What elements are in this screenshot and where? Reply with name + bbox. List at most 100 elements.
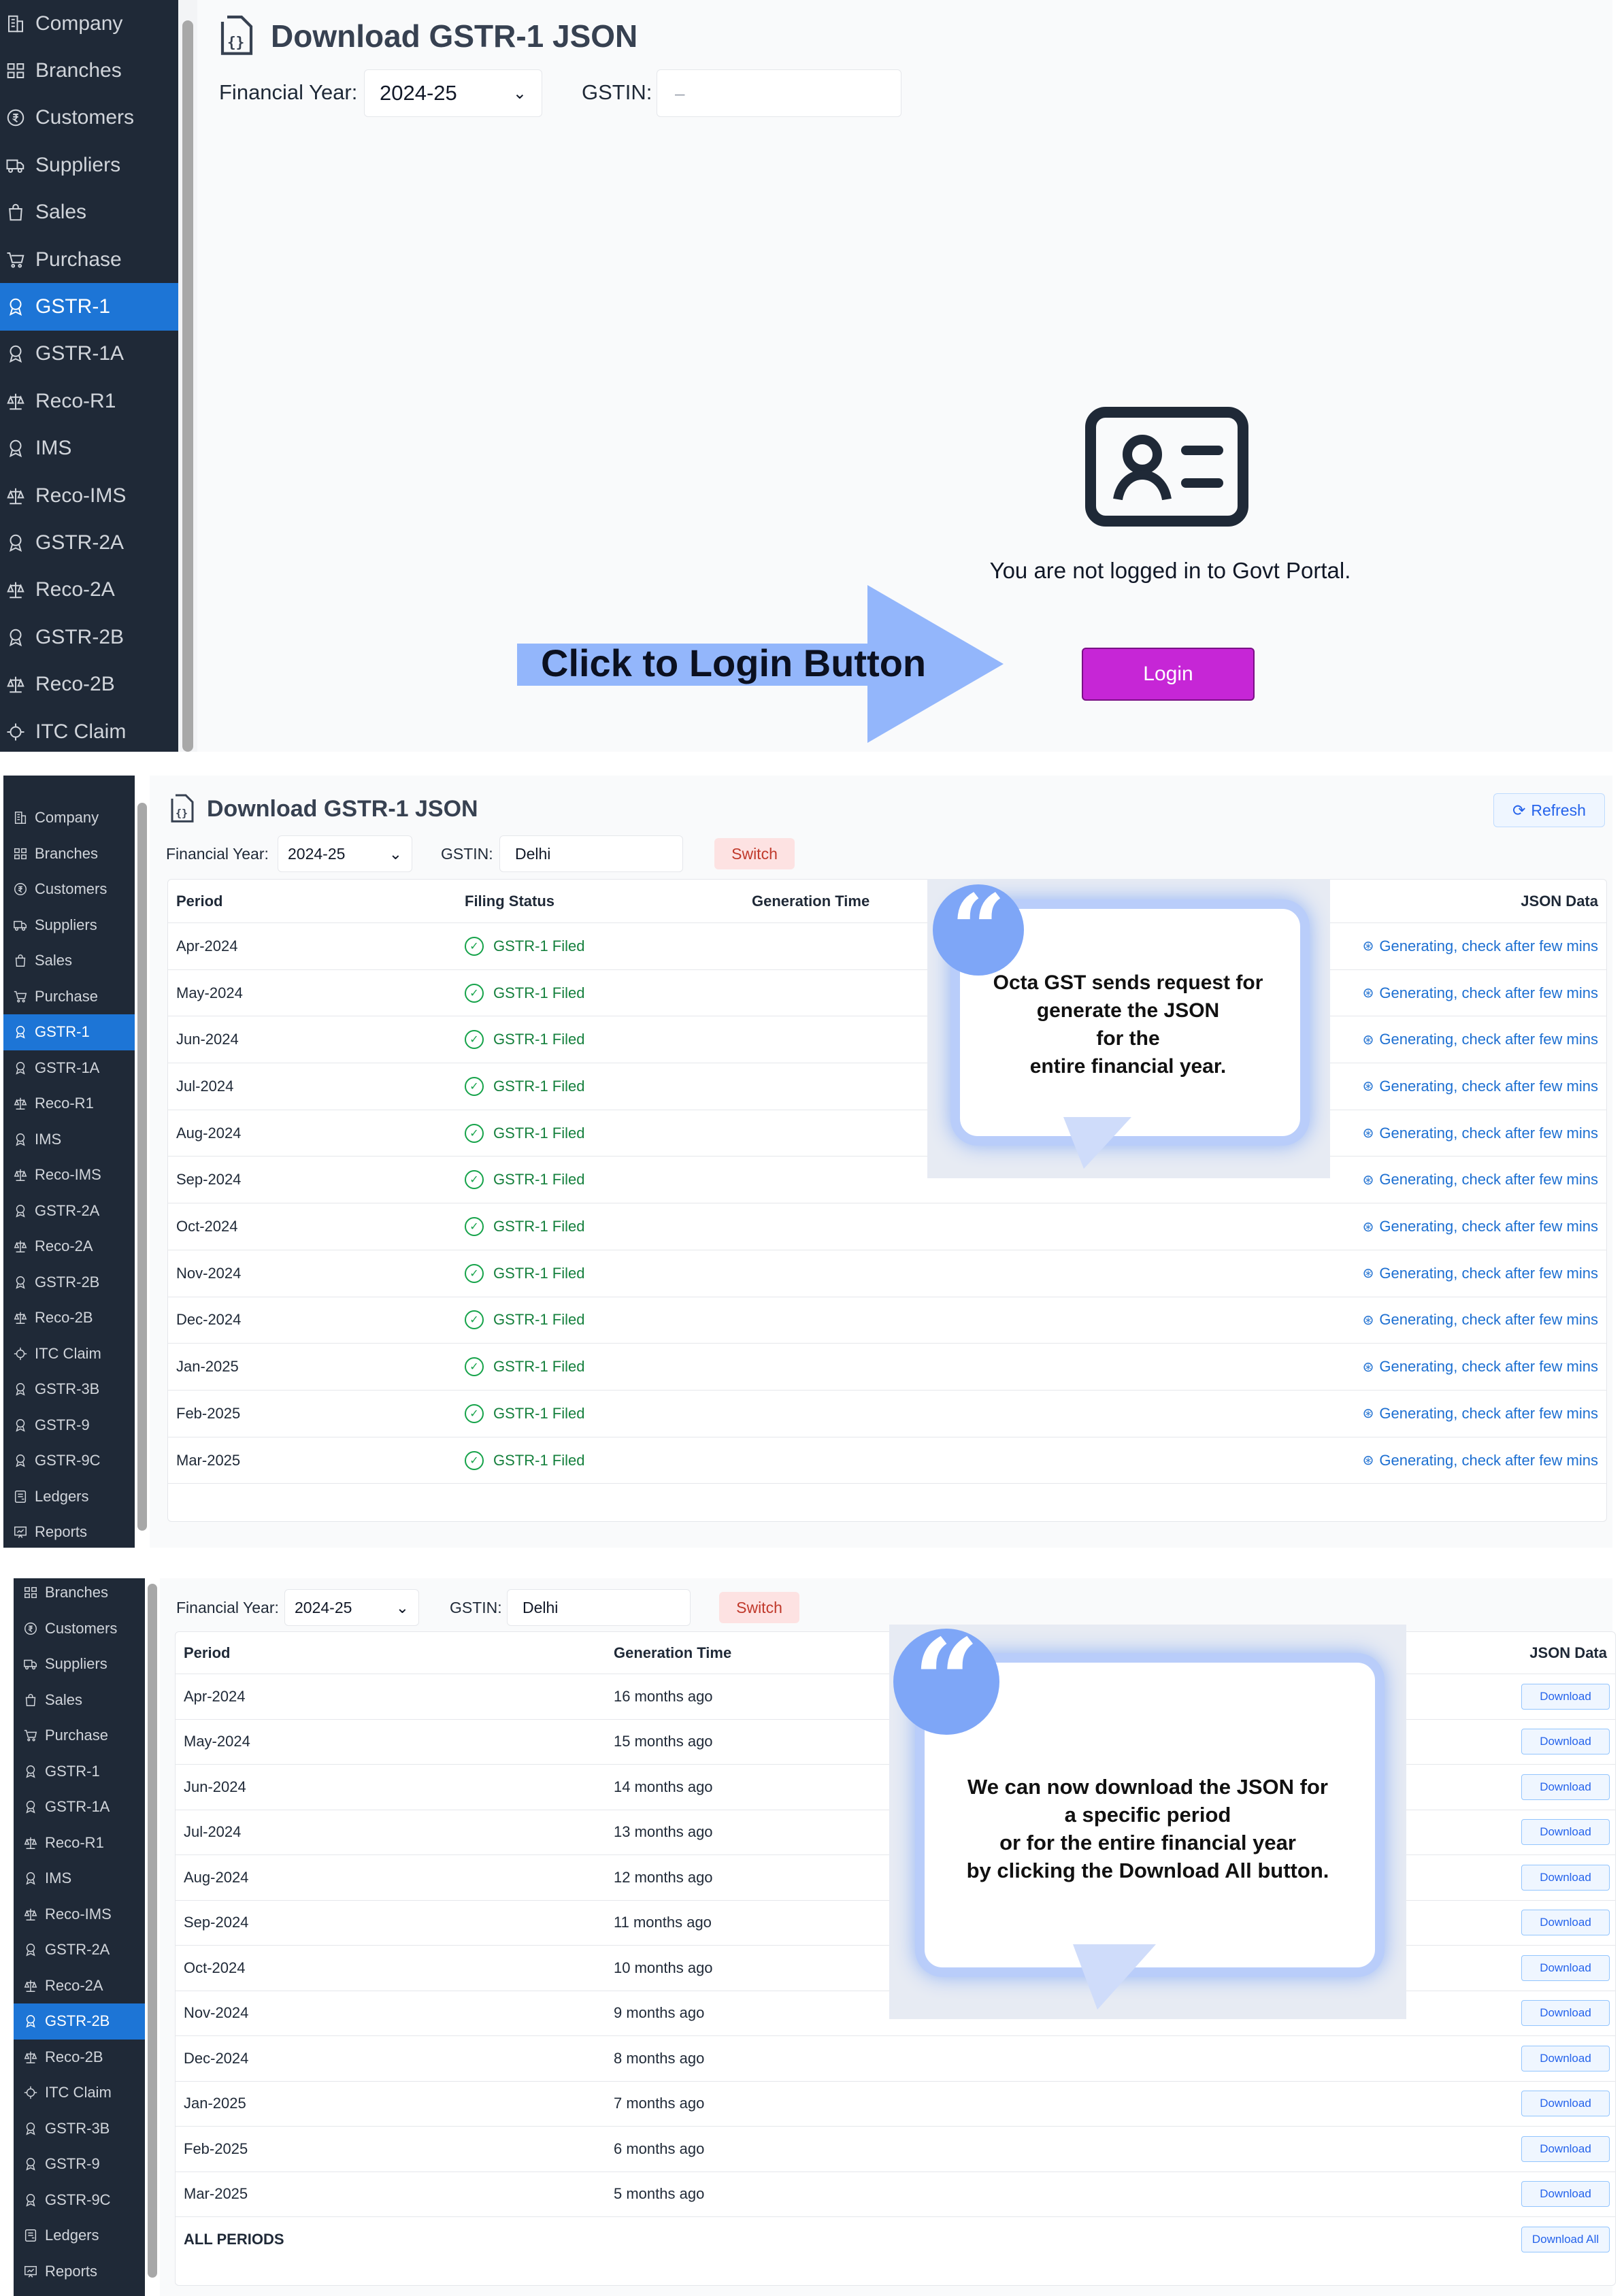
sidebar-item-gstr-1a[interactable]: GSTR-1A <box>0 331 178 378</box>
sidebar-item-suppliers[interactable]: Suppliers <box>14 1646 145 1682</box>
chevron-down-icon: ⌄ <box>388 844 402 863</box>
sidebar-item-customers[interactable]: Customers <box>3 871 135 908</box>
financial-year-select[interactable]: 2024-25 ⌄ <box>278 835 412 872</box>
sidebar-item-purchase[interactable]: Purchase <box>14 1718 145 1754</box>
json-data-cell: ⊛ Generating, check after few mins <box>1362 937 1598 954</box>
sidebar-item-ledgers[interactable]: Ledgers <box>14 2218 145 2254</box>
sidebar-item-gstr-1a[interactable]: GSTR-1A <box>3 1050 135 1086</box>
download-button[interactable]: Download <box>1521 2045 1610 2072</box>
download-button[interactable]: Download <box>1521 2135 1610 2162</box>
sidebar-item-reco-2b[interactable]: Reco-2B <box>0 661 178 708</box>
period-cell: Sep-2024 <box>184 1914 249 1931</box>
download-button[interactable]: Download <box>1521 1910 1610 1936</box>
sidebar-item-customers[interactable]: Customers <box>0 95 178 142</box>
download-button[interactable]: Download <box>1521 2000 1610 2027</box>
sidebar-item-gstr-9c[interactable]: GSTR-9C <box>3 1443 135 1479</box>
refresh-button[interactable]: ⟳ Refresh <box>1493 793 1605 827</box>
download-button[interactable]: Download <box>1521 1774 1610 1800</box>
sidebar-item-purchase[interactable]: Purchase <box>3 979 135 1015</box>
info-bubble: “ We can now download the JSON for a spec… <box>889 1624 1406 2019</box>
download-button[interactable]: Download <box>1521 1954 1610 1981</box>
sidebar-item-branches[interactable]: Branches <box>14 1578 145 1611</box>
sidebar-item-sales[interactable]: Sales <box>0 189 178 236</box>
scrollbar-thumb[interactable] <box>182 20 193 752</box>
switch-button[interactable]: Switch <box>719 1592 799 1623</box>
switch-button[interactable]: Switch <box>714 838 795 869</box>
sidebar-item-gstr-1[interactable]: GSTR-1 <box>3 1014 135 1050</box>
panel-login: Company Branches Customers Suppliers Sales Pu… <box>0 0 1624 752</box>
download-button[interactable]: Download <box>1521 1729 1610 1755</box>
table-row: Apr-2024 ✓ GSTR-1 Filed ⊛ Generating, check … <box>168 923 1606 970</box>
sidebar-item-gstr-9c[interactable]: GSTR-9C <box>14 2182 145 2218</box>
sidebar-item-sales[interactable]: Sales <box>14 1682 145 1718</box>
download-all-button[interactable]: Download All <box>1521 2227 1610 2253</box>
sidebar-item-gstr-2b[interactable]: GSTR-2B <box>0 614 178 661</box>
sidebar-item-gstr-9[interactable]: GSTR-9 <box>14 2146 145 2182</box>
sidebar-item-branches[interactable]: Branches <box>0 47 178 94</box>
gstin-input[interactable]: Delhi <box>507 1589 691 1626</box>
sidebar-item-company[interactable]: Company <box>3 800 135 836</box>
gstin-input[interactable]: – <box>657 69 901 117</box>
download-button[interactable]: Download <box>1521 2091 1610 2117</box>
sidebar-item-reco-r1[interactable]: Reco-R1 <box>0 378 178 425</box>
scrollbar[interactable] <box>145 1578 160 2296</box>
sidebar-item-reco-ims[interactable]: Reco-IMS <box>0 472 178 519</box>
sidebar-item-customers[interactable]: Customers <box>14 1611 145 1647</box>
sidebar-item-gstr-2b[interactable]: GSTR-2B <box>14 2003 145 2040</box>
sidebar-item-ims[interactable]: IMS <box>14 1861 145 1897</box>
scrollbar[interactable] <box>135 776 150 1548</box>
sidebar-item-label: IMS <box>35 1130 62 1148</box>
financial-year-select[interactable]: 2024-25 ⌄ <box>364 69 542 117</box>
json-data-cell: ⊛ Generating, check after few mins <box>1362 1124 1598 1142</box>
sidebar-item-reco-r1[interactable]: Reco-R1 <box>14 1825 145 1861</box>
sidebar-item-gstr-3b[interactable]: GSTR-3B <box>3 1371 135 1408</box>
sidebar-item-gstr-2a[interactable]: GSTR-2A <box>3 1193 135 1229</box>
sidebar-item-gstr-1[interactable]: GSTR-1 <box>14 1754 145 1790</box>
sidebar-item-suppliers[interactable]: Suppliers <box>0 142 178 188</box>
sidebar-item-ims[interactable]: IMS <box>0 425 178 472</box>
sidebar-item-branches[interactable]: Branches <box>3 836 135 872</box>
sidebar-item-label: Company <box>35 12 123 35</box>
sidebar-item-company[interactable]: Company <box>0 0 178 47</box>
scrollbar-thumb[interactable] <box>137 803 147 1531</box>
sidebar-item-ledgers[interactable]: Ledgers <box>3 1479 135 1515</box>
sidebar-item-suppliers[interactable]: Suppliers <box>3 908 135 944</box>
sidebar-item-gstr-1a[interactable]: GSTR-1A <box>14 1789 145 1825</box>
sidebar-item-reco-ims[interactable]: Reco-IMS <box>3 1157 135 1193</box>
award-icon <box>5 344 26 364</box>
sidebar-item-gstr-9[interactable]: GSTR-9 <box>3 1408 135 1444</box>
download-button[interactable]: Download <box>1521 2181 1610 2208</box>
col-period: Period <box>184 1644 231 1661</box>
scrollbar[interactable] <box>178 0 197 752</box>
sidebar-item-reports[interactable]: Reports <box>3 1514 135 1548</box>
download-button[interactable]: Download <box>1521 1819 1610 1846</box>
login-button[interactable]: Login <box>1082 648 1255 701</box>
sidebar-item-label: Sales <box>35 201 87 224</box>
sidebar-item-gstr-3b[interactable]: GSTR-3B <box>14 2111 145 2147</box>
sidebar-item-ims[interactable]: IMS <box>3 1122 135 1158</box>
sidebar-item-itc-claim[interactable]: ITC Claim <box>3 1336 135 1372</box>
sidebar-item-gstr-1[interactable]: GSTR-1 <box>0 283 178 331</box>
sidebar-item-reco-2b[interactable]: Reco-2B <box>14 2040 145 2076</box>
sidebar-item-reports[interactable]: Reports <box>14 2254 145 2290</box>
download-button[interactable]: Download <box>1521 1864 1610 1891</box>
sidebar-item-gstr-2b[interactable]: GSTR-2B <box>3 1265 135 1301</box>
sidebar-item-reco-2a[interactable]: Reco-2A <box>0 567 178 614</box>
download-button[interactable]: Download <box>1521 1683 1610 1710</box>
sidebar-item-itc-claim[interactable]: ITC Claim <box>0 708 178 752</box>
sidebar-item-gstr-2a[interactable]: GSTR-2A <box>0 519 178 566</box>
sidebar-item-reco-2a[interactable]: Reco-2A <box>14 1968 145 2004</box>
sidebar-item-reco-ims[interactable]: Reco-IMS <box>14 1897 145 1933</box>
gstin-input[interactable]: Delhi <box>499 835 683 872</box>
financial-year-select[interactable]: 2024-25 ⌄ <box>284 1589 419 1626</box>
sidebar-item-label: Purchase <box>45 1727 108 1744</box>
sidebar-item-reco-2b[interactable]: Reco-2B <box>3 1300 135 1336</box>
sidebar-item-reco-2a[interactable]: Reco-2A <box>3 1229 135 1265</box>
sidebar-item-purchase[interactable]: Purchase <box>0 236 178 283</box>
sidebar-item-reco-r1[interactable]: Reco-R1 <box>3 1086 135 1122</box>
sidebar-item-gstr-2a[interactable]: GSTR-2A <box>14 1932 145 1968</box>
sidebar-item-label: Suppliers <box>35 916 97 933</box>
scrollbar-thumb[interactable] <box>148 1584 157 2278</box>
sidebar-item-sales[interactable]: Sales <box>3 943 135 979</box>
sidebar-item-itc-claim[interactable]: ITC Claim <box>14 2075 145 2111</box>
